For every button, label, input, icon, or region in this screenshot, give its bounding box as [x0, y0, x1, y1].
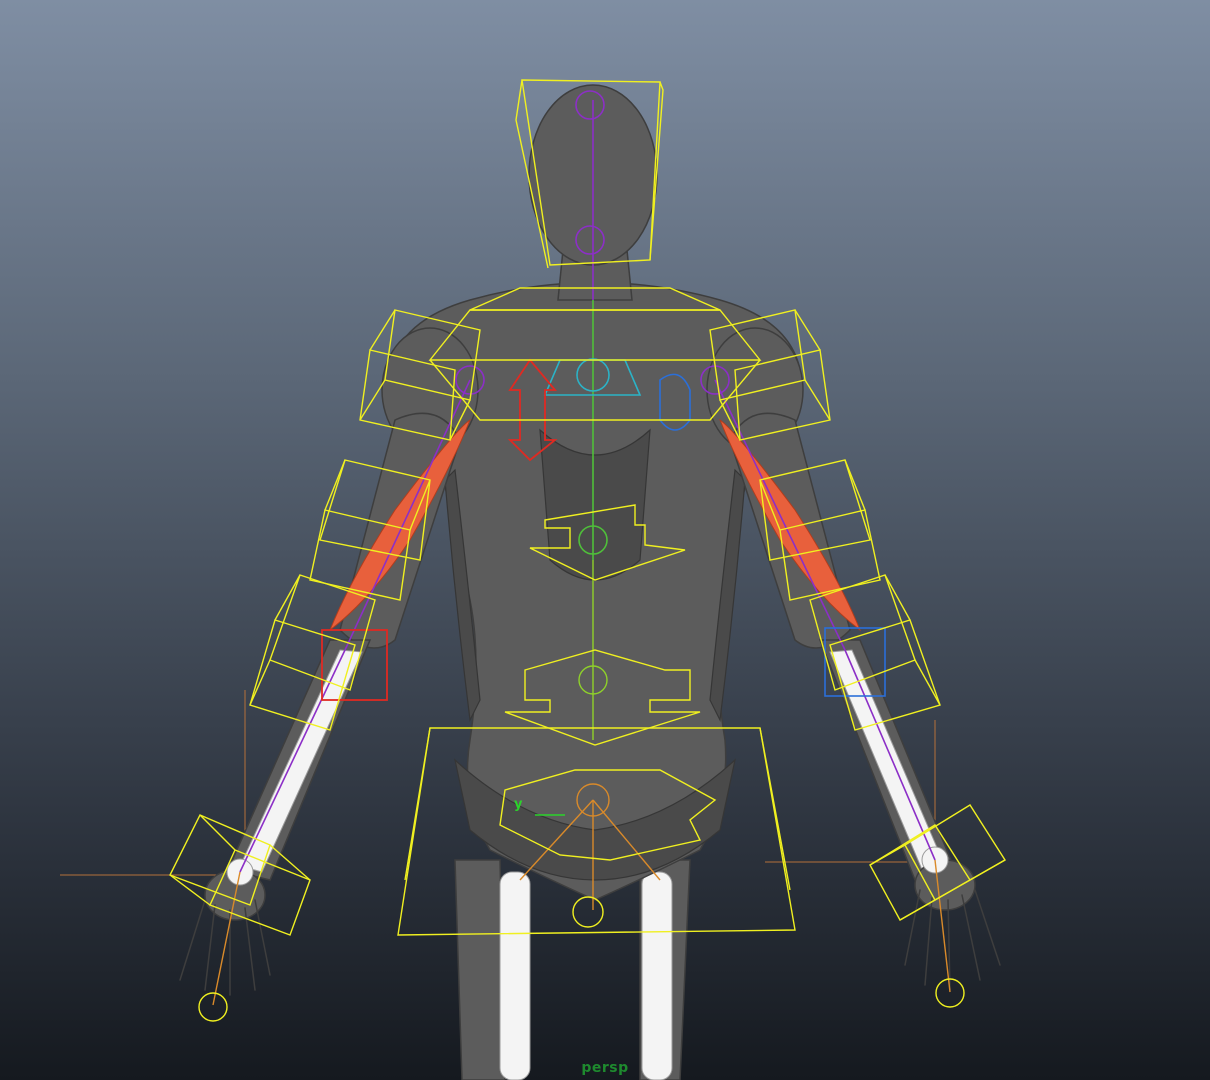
camera-label: persp [581, 1060, 629, 1076]
axis-y-label: y [514, 797, 523, 812]
rig-scene[interactable] [0, 0, 1210, 1080]
maya-persp-viewport[interactable]: y persp [0, 0, 1210, 1080]
leg-meshes[interactable] [454, 859, 691, 1080]
